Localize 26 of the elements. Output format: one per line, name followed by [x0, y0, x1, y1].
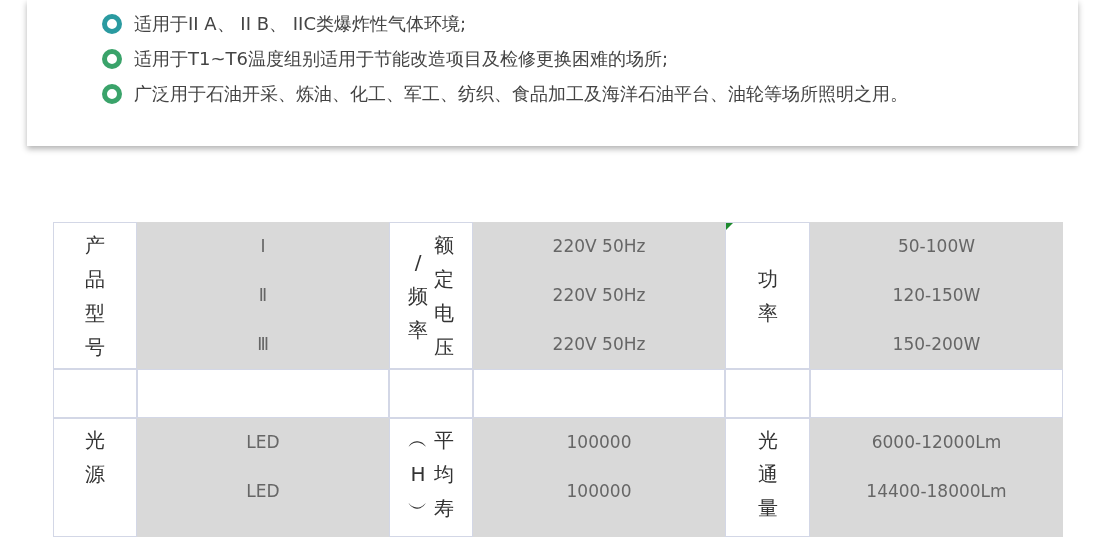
label-text: 光通量 — [757, 427, 778, 522]
value-text: 120-150W — [892, 284, 981, 307]
value-text: 6000-12000Lm — [871, 431, 1002, 454]
value-text: 220V 50Hz — [552, 284, 646, 307]
value-text: Ⅰ — [260, 235, 266, 258]
label-text: 额定电压 — [434, 231, 454, 361]
label-text: ︵H︶ — [408, 427, 428, 522]
value-text: LED — [246, 431, 280, 454]
value-text: 50-100W — [898, 235, 975, 258]
value-text: 150-200W — [892, 333, 981, 356]
value-text: LED — [246, 480, 280, 503]
value-text: 100000 — [566, 480, 632, 503]
value-text: 220V 50Hz — [552, 235, 646, 258]
value-text: 100000 — [566, 431, 632, 454]
value-text: 220V 50Hz — [552, 333, 646, 356]
feature-text: 广泛用于石油开采、炼油、化工、军工、纺织、食品加工及海洋石油平台、油轮等场所照明之用。 — [134, 82, 908, 106]
value-text: Ⅲ — [257, 333, 269, 356]
value-text: 14400-18000Lm — [866, 480, 1007, 503]
label-text: 平均寿 — [434, 427, 454, 522]
label-text: 功率 — [757, 265, 778, 327]
label-text: 光源 — [85, 427, 105, 488]
feature-text: 适用于II A、 II B、 IIC类爆炸性气体环境; — [134, 12, 467, 36]
feature-text: 适用于T1~T6温度组别适用于节能改造项目及检修更换困难的场所; — [134, 47, 669, 71]
value-text: Ⅱ — [258, 284, 268, 307]
label-text: 产品型号 — [85, 231, 105, 361]
label-text: /频率 — [408, 248, 428, 344]
